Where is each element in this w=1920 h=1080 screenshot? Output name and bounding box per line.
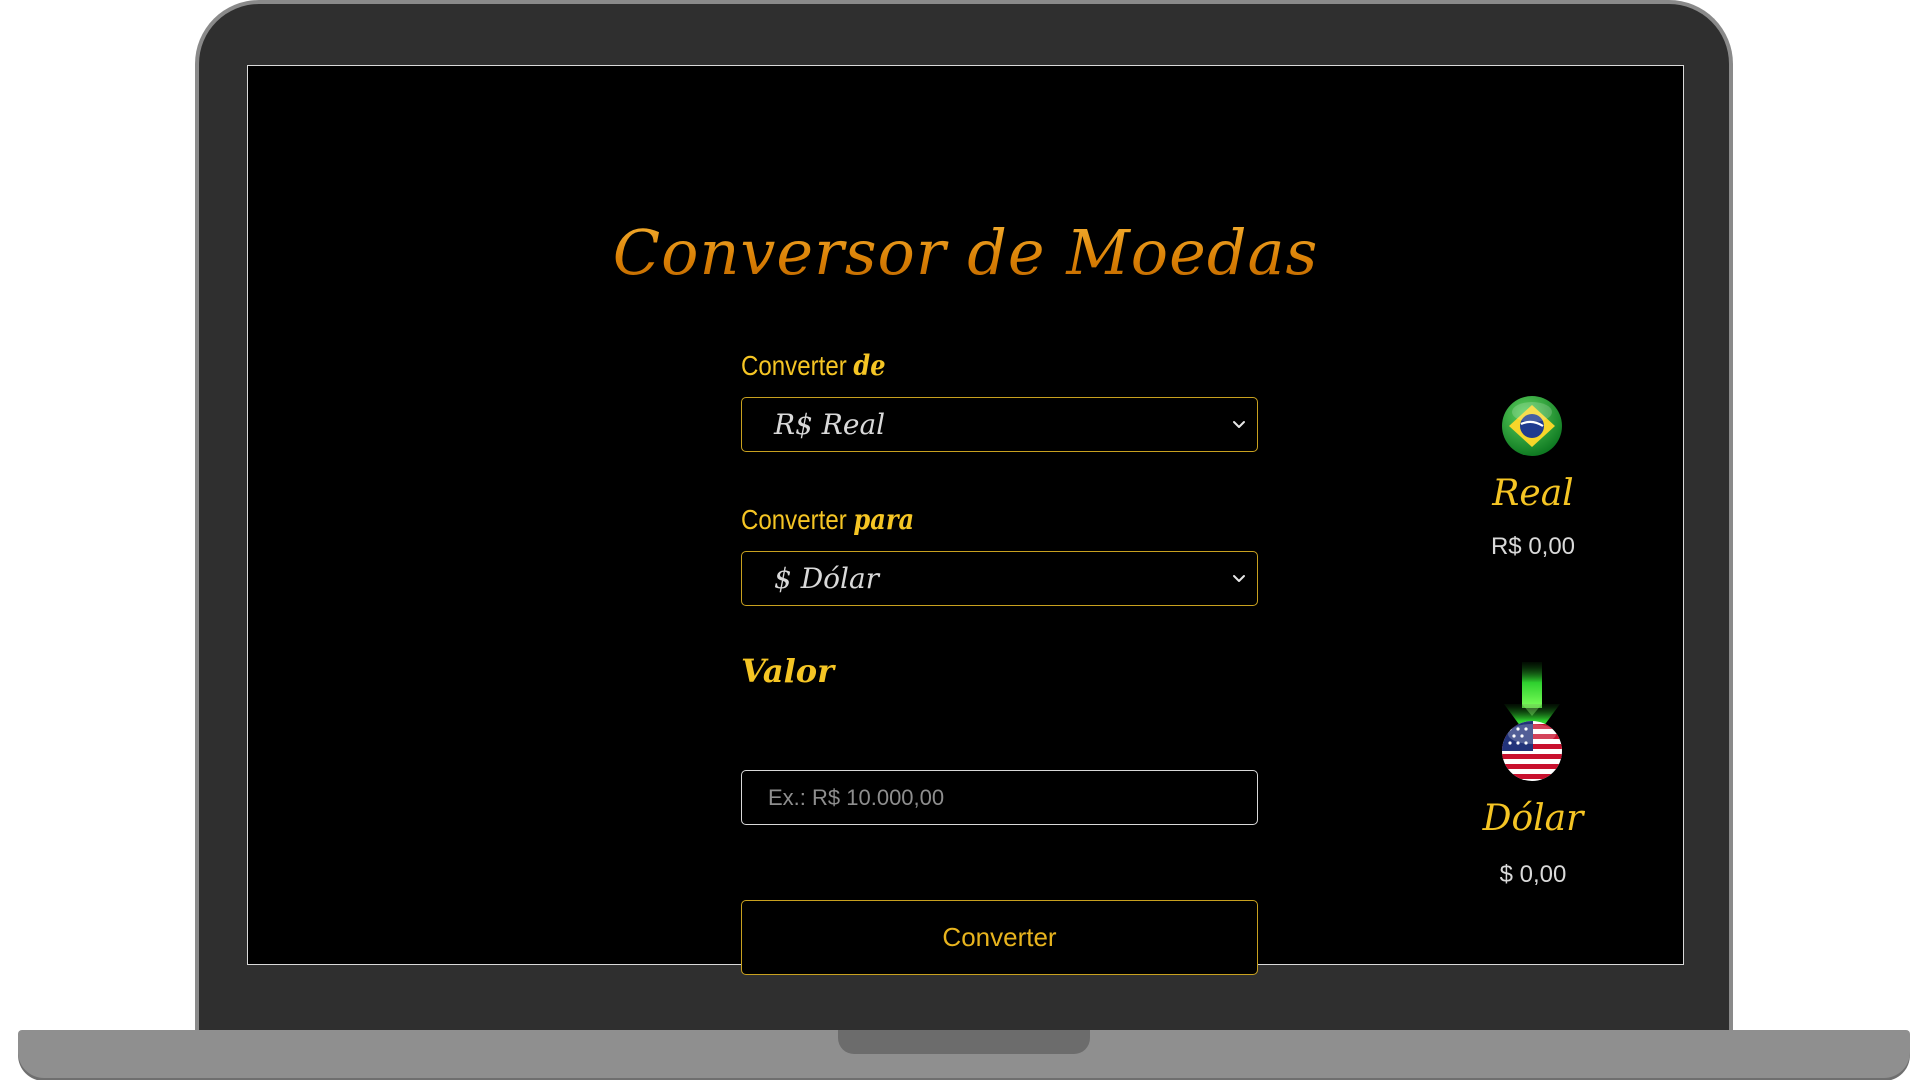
chevron-down-icon bbox=[1233, 421, 1245, 428]
to-label-script: para bbox=[853, 503, 915, 536]
usa-flag-icon bbox=[1502, 721, 1562, 781]
value-input-wrapper bbox=[741, 770, 1258, 825]
to-currency-selected: $ Dólar bbox=[774, 562, 880, 595]
from-currency-value: R$ 0,00 bbox=[1490, 533, 1576, 560]
from-label-prefix: Converter bbox=[741, 350, 847, 381]
chevron-down-icon bbox=[1233, 575, 1245, 582]
to-currency-select[interactable]: $ Dólar bbox=[741, 551, 1258, 606]
from-label-script: de bbox=[853, 349, 886, 382]
from-currency-name: Real bbox=[1492, 473, 1574, 514]
value-label: Valor bbox=[741, 652, 834, 690]
app-screen: Conversor de Moedas Converter de R$ Real… bbox=[247, 65, 1684, 975]
to-label-prefix: Converter bbox=[741, 504, 847, 535]
from-currency-label: Converter de bbox=[741, 349, 886, 382]
laptop-mockup: Conversor de Moedas Converter de R$ Real… bbox=[0, 0, 1920, 1080]
laptop-notch bbox=[838, 1030, 1090, 1054]
convert-button[interactable]: Converter bbox=[741, 900, 1258, 975]
value-input[interactable] bbox=[742, 771, 1257, 824]
to-currency-label: Converter para bbox=[741, 503, 914, 536]
from-currency-selected: R$ Real bbox=[774, 408, 886, 441]
from-currency-select[interactable]: R$ Real bbox=[741, 397, 1258, 452]
to-currency-name: Dólar bbox=[1482, 798, 1584, 839]
to-currency-value: $ 0,00 bbox=[1499, 861, 1567, 888]
brazil-flag-icon bbox=[1502, 396, 1562, 456]
page-title: Conversor de Moedas bbox=[248, 216, 1683, 289]
